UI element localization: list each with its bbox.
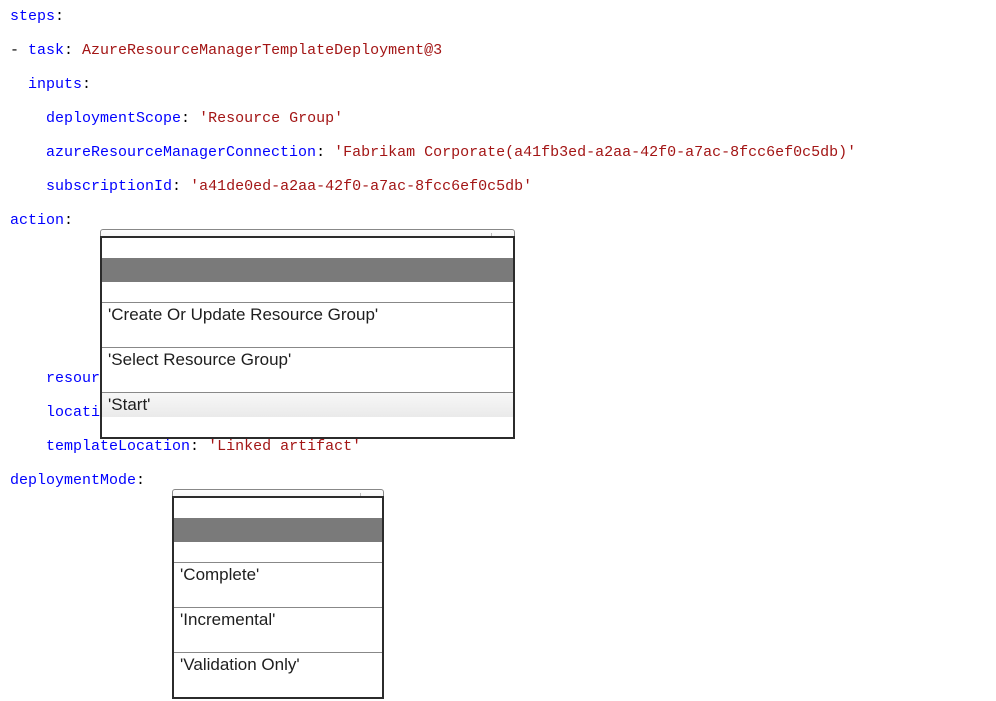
action-row: action: 'Create Or Update Resource Group… — [10, 212, 986, 285]
dropdown-header-spacer — [174, 518, 382, 542]
action-option-select-resource-group[interactable]: 'Select Resource Group' — [102, 347, 513, 372]
deploymentMode-dropdown[interactable]: 'Complete' 'Incremental' 'Validation Onl… — [172, 472, 384, 545]
key-action: action — [10, 212, 64, 229]
mode-option-validation-only[interactable]: 'Validation Only' — [174, 652, 382, 677]
val-task: AzureResourceManagerTemplateDeployment@3 — [82, 42, 442, 59]
key-deploymentMode: deploymentMode — [10, 472, 136, 489]
key-inputs: inputs — [28, 76, 82, 93]
val-deploymentScope: 'Resource Group' — [199, 110, 343, 127]
mode-option-complete[interactable]: 'Complete' — [174, 562, 382, 587]
val-subscriptionId: 'a41de0ed-a2aa-42f0-a7ac-8fcc6ef0c5db' — [190, 178, 532, 195]
val-templateLocation: 'Linked artifact' — [208, 438, 361, 455]
action-dropdown[interactable]: 'Create Or Update Resource Group' 'Selec… — [100, 212, 515, 285]
deploymentMode-row: deploymentMode: 'Complete' 'Incremental'… — [10, 472, 986, 545]
action-option-start[interactable]: 'Start' — [102, 392, 513, 417]
action-dropdown-list: 'Create Or Update Resource Group' 'Selec… — [100, 236, 515, 439]
val-armconnection: 'Fabrikam Corporate(a41fb3ed-a2aa-42f0-a… — [334, 144, 856, 161]
dropdown-header-spacer — [102, 258, 513, 282]
key-deploymentScope: deploymentScope — [46, 110, 181, 127]
key-templateLocation: templateLocation — [46, 438, 190, 455]
key-subscriptionId: subscriptionId — [46, 178, 172, 195]
yaml-editor: steps: - task: AzureResourceManagerTempl… — [0, 0, 996, 562]
key-task: task — [28, 42, 64, 59]
key-steps: steps — [10, 8, 55, 25]
deploymentMode-dropdown-list: 'Complete' 'Incremental' 'Validation Onl… — [172, 496, 384, 699]
action-option-create-or-update[interactable]: 'Create Or Update Resource Group' — [102, 302, 513, 327]
key-armconnection: azureResourceManagerConnection — [46, 144, 316, 161]
mode-option-incremental[interactable]: 'Incremental' — [174, 607, 382, 632]
